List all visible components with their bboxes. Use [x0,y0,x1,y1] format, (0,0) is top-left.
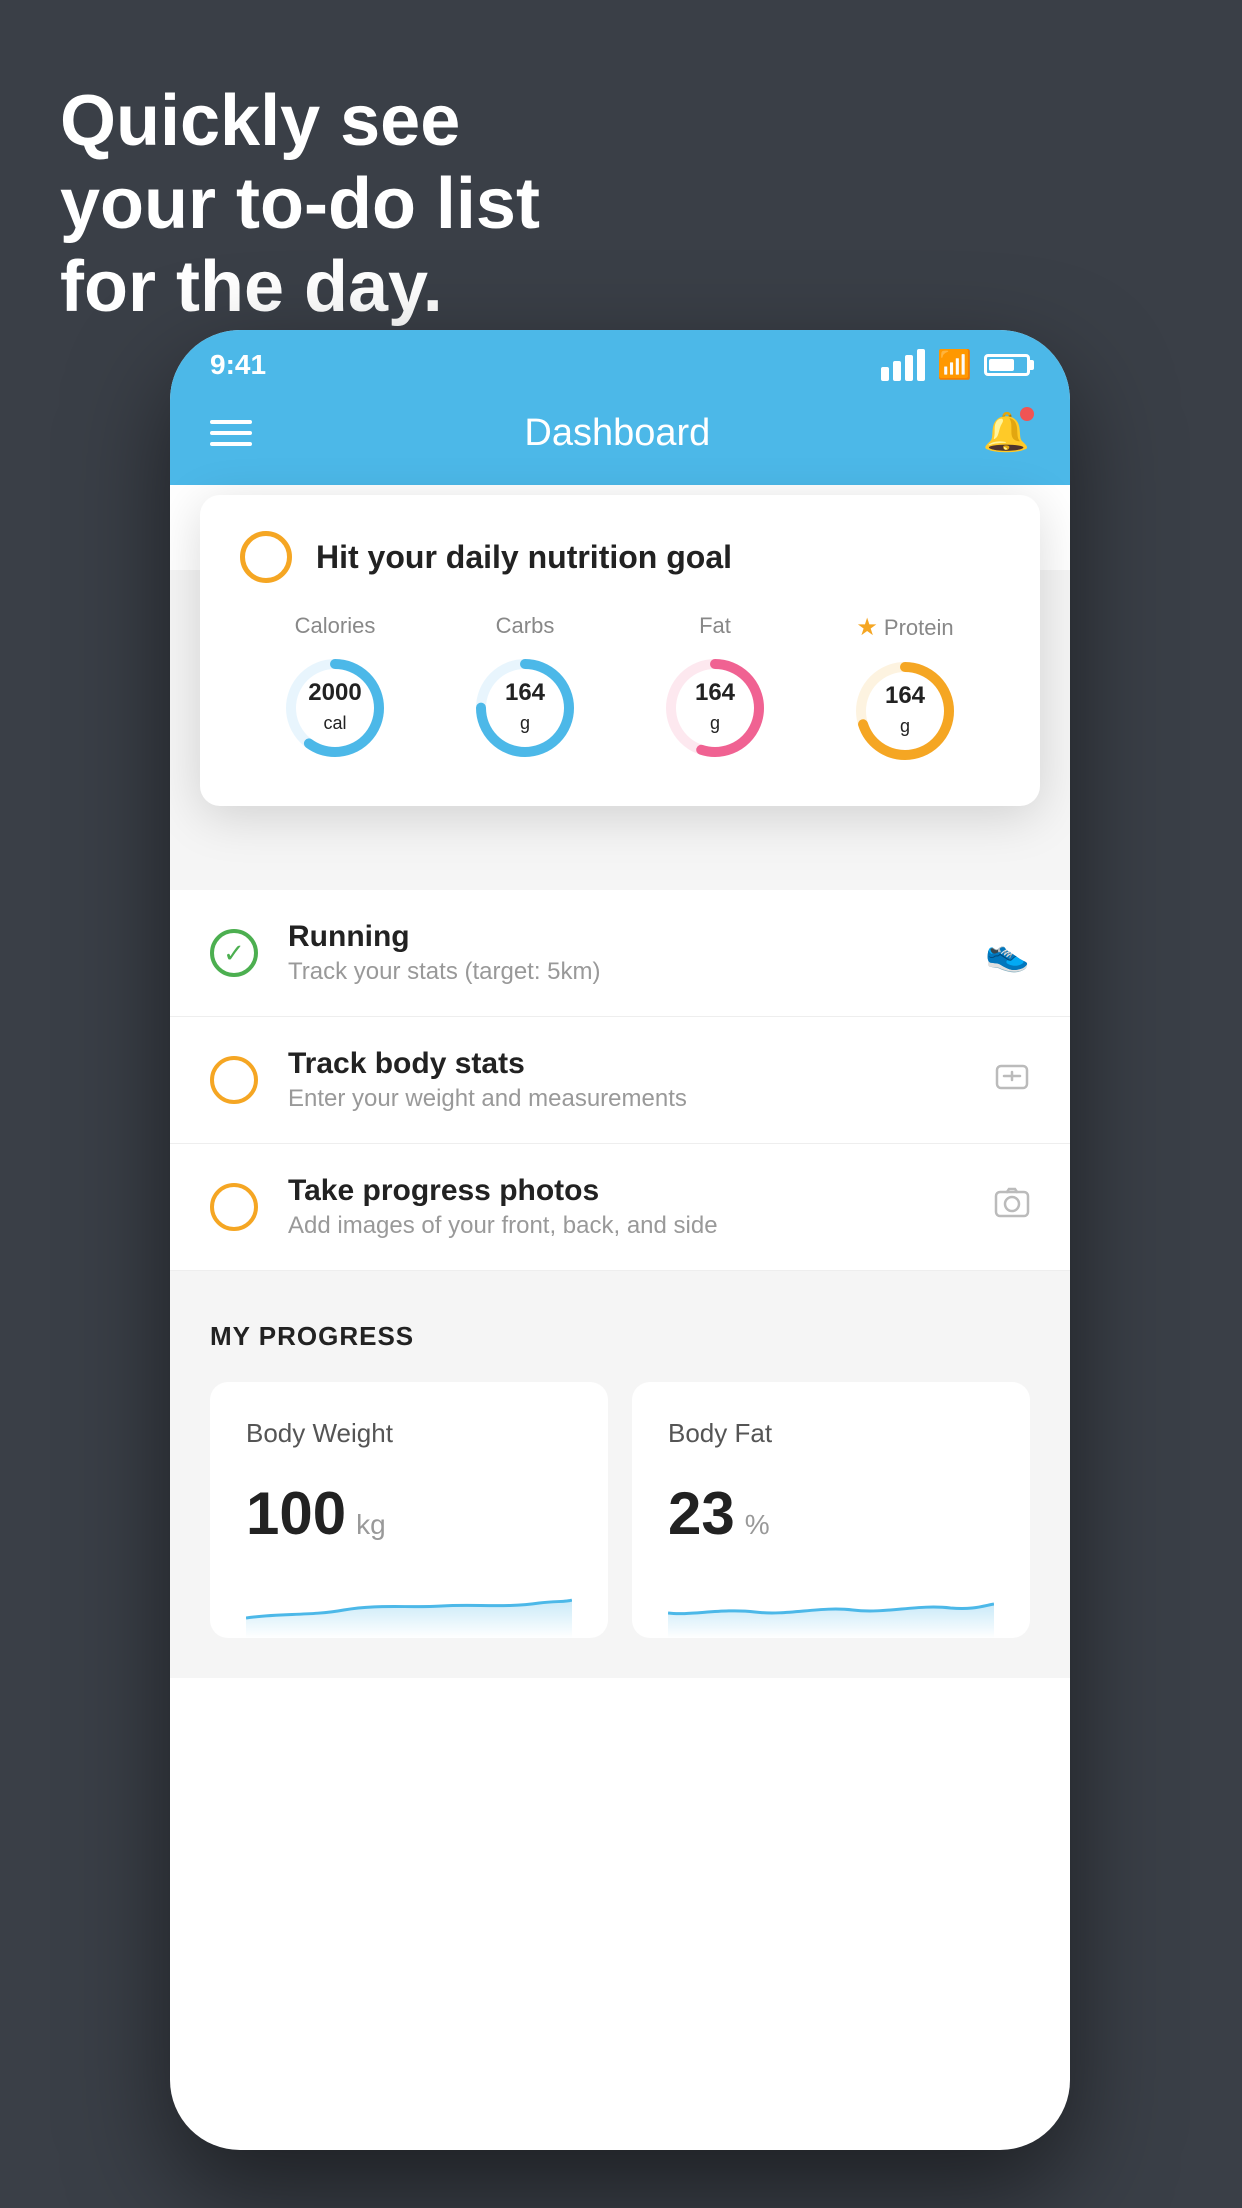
todo-check-running: ✓ [210,929,258,977]
notification-dot [1020,407,1034,421]
todo-title-photos: Take progress photos [288,1174,964,1208]
my-progress-title: MY PROGRESS [210,1321,1030,1352]
app-headline: Quickly see your to-do list for the day. [60,80,540,328]
headline-line2: your to-do list [60,164,540,244]
protein-value: 164g [885,682,925,740]
fat-ring-container: 164g [660,653,770,763]
protein-label: Protein [884,615,954,641]
fat-value: 164g [695,679,735,737]
body-fat-unit: % [745,1509,770,1541]
body-fat-value-row: 23 % [668,1479,994,1548]
body-fat-number: 23 [668,1479,735,1548]
calories-value: 2000cal [308,679,361,737]
my-progress-section: MY PROGRESS Body Weight 100 kg [170,1271,1070,1678]
fat-ring: Fat 164g [660,613,770,763]
body-fat-card[interactable]: Body Fat 23 % [632,1382,1030,1638]
todo-text-running: Running Track your stats (target: 5km) [288,920,955,986]
progress-cards: Body Weight 100 kg [210,1382,1030,1638]
wifi-icon: 📶 [937,348,972,381]
app-header: Dashboard 🔔 [170,391,1070,485]
todo-subtitle-body-stats: Enter your weight and measurements [288,1085,964,1113]
protein-star: ★ [856,613,878,642]
signal-icon [881,349,925,381]
fat-label: Fat [699,613,731,639]
phone-frame: 9:41 📶 Dashboard 🔔 THINGS TO DO TODAY [170,330,1070,2150]
todo-text-body-stats: Track body stats Enter your weight and m… [288,1047,964,1113]
nutrition-card[interactable]: Hit your daily nutrition goal Calories 2… [200,495,1040,806]
battery-icon [984,354,1030,376]
todo-item-running[interactable]: ✓ Running Track your stats (target: 5km)… [170,890,1070,1017]
todo-item-photos[interactable]: Take progress photos Add images of your … [170,1144,1070,1271]
nutrition-title: Hit your daily nutrition goal [316,539,732,576]
body-weight-value-row: 100 kg [246,1479,572,1548]
carbs-ring-container: 164g [470,653,580,763]
todo-text-photos: Take progress photos Add images of your … [288,1174,964,1240]
body-weight-title: Body Weight [246,1418,572,1449]
body-weight-number: 100 [246,1479,346,1548]
todo-title-running: Running [288,920,955,954]
body-weight-unit: kg [356,1509,386,1541]
todo-subtitle-running: Track your stats (target: 5km) [288,958,955,986]
carbs-label: Carbs [496,613,555,639]
headline-line1: Quickly see [60,81,460,161]
body-weight-chart [246,1578,572,1638]
status-time: 9:41 [210,349,266,381]
header-title: Dashboard [524,412,710,455]
calories-ring: Calories 2000cal [280,613,390,763]
todo-subtitle-photos: Add images of your front, back, and side [288,1212,964,1240]
carbs-ring: Carbs 164g [470,613,580,763]
protein-ring: ★ Protein 164g [850,613,960,766]
notification-bell[interactable]: 🔔 [983,411,1030,455]
calories-ring-container: 2000cal [280,653,390,763]
body-weight-card[interactable]: Body Weight 100 kg [210,1382,608,1638]
running-icon: 👟 [985,932,1030,974]
hamburger-menu[interactable] [210,420,252,446]
protein-ring-container: 164g [850,656,960,766]
headline-line3: for the day. [60,247,443,327]
status-icons: 📶 [881,348,1030,381]
todo-item-body-stats[interactable]: Track body stats Enter your weight and m… [170,1017,1070,1144]
body-fat-title: Body Fat [668,1418,994,1449]
nutrition-check-circle [240,531,292,583]
scale-icon [994,1058,1030,1103]
nutrition-rings: Calories 2000cal Carbs [240,613,1000,766]
calories-label: Calories [295,613,376,639]
carbs-value: 164g [505,679,545,737]
todo-list: ✓ Running Track your stats (target: 5km)… [170,890,1070,1271]
app-content: THINGS TO DO TODAY Hit your daily nutrit… [170,485,1070,1678]
todo-title-body-stats: Track body stats [288,1047,964,1081]
todo-circle-body-stats [210,1056,258,1104]
protein-label-row: ★ Protein [856,613,953,642]
status-bar: 9:41 📶 [170,330,1070,391]
todo-circle-photos [210,1183,258,1231]
photo-icon [994,1185,1030,1230]
body-fat-chart [668,1578,994,1638]
